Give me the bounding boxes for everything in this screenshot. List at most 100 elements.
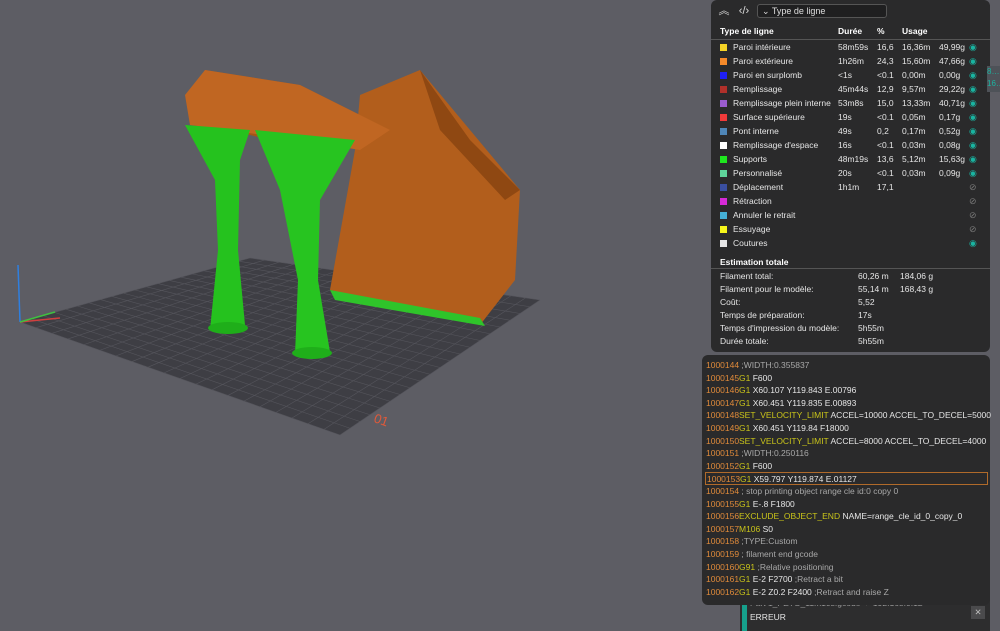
gcode-line[interactable]: 1000151 ;WIDTH:0.250116 bbox=[705, 447, 988, 460]
eye-icon[interactable]: ◉ bbox=[969, 166, 977, 180]
gcode-line[interactable]: 1000159 ; filament end gcode bbox=[705, 548, 988, 561]
legend-row[interactable]: Paroi intérieure 58m59s 16,6 16,36m 49,9… bbox=[711, 40, 990, 54]
eye-off-icon[interactable]: ⊘ bbox=[969, 222, 977, 236]
row-weight: 49,99g bbox=[939, 42, 965, 52]
gcode-line[interactable]: 1000162G1 E-2 Z0.2 F2400 ;Retract and ra… bbox=[705, 586, 988, 599]
eye-icon[interactable]: ◉ bbox=[969, 152, 977, 166]
gcode-line[interactable]: 1000152G1 F600 bbox=[705, 460, 988, 473]
color-swatch bbox=[720, 43, 727, 51]
row-percent: <0.1 bbox=[877, 168, 894, 178]
row-label: Paroi en surplomb bbox=[733, 70, 802, 80]
gcode-line[interactable]: 1000161G1 E-2 F2700 ;Retract a bit bbox=[705, 573, 988, 586]
row-length: 0,03m bbox=[902, 140, 926, 150]
row-label: Rétraction bbox=[733, 196, 772, 206]
legend-row[interactable]: Remplissage 45m44s 12,9 9,57m 29,22g ◉ bbox=[711, 82, 990, 96]
gcode-line[interactable]: 1000150SET_VELOCITY_LIMIT ACCEL=8000 ACC… bbox=[705, 435, 988, 448]
close-icon[interactable]: ✕ bbox=[971, 606, 985, 619]
gcode-line[interactable]: 1000148SET_VELOCITY_LIMIT ACCEL=10000 AC… bbox=[705, 409, 991, 422]
row-duration: 20s bbox=[838, 168, 852, 178]
row-length: 9,57m bbox=[902, 84, 926, 94]
eye-off-icon[interactable]: ⊘ bbox=[969, 208, 977, 222]
row-label: Essuyage bbox=[733, 224, 771, 234]
model-side-panel bbox=[330, 70, 520, 325]
gcode-line[interactable]: 1000146G1 X60.107 Y119.843 E.00796 bbox=[705, 384, 988, 397]
color-swatch bbox=[720, 155, 727, 163]
row-weight: 40,71g bbox=[939, 98, 965, 108]
row-duration: 1h1m bbox=[838, 182, 860, 192]
legend-row[interactable]: Annuler le retrait ⊘ bbox=[711, 208, 990, 222]
header-duration: Durée bbox=[838, 26, 863, 36]
gcode-line[interactable]: 1000155G1 E-.8 F1800 bbox=[705, 498, 988, 511]
row-label: Paroi extérieure bbox=[733, 56, 794, 66]
gcode-line[interactable]: 1000149G1 X60.451 Y119.84 F18000 bbox=[705, 422, 988, 435]
row-label: Remplissage plein interne bbox=[733, 98, 831, 108]
row-label: Paroi intérieure bbox=[733, 42, 791, 52]
row-label: Surface supérieure bbox=[733, 112, 805, 122]
legend-row[interactable]: Surface supérieure 19s <0.1 0,05m 0,17g … bbox=[711, 110, 990, 124]
axis-z bbox=[17, 264, 21, 323]
code-icon[interactable]: ‹/› bbox=[737, 4, 751, 18]
legend-row[interactable]: Coutures ◉ bbox=[711, 236, 990, 250]
color-swatch bbox=[720, 57, 727, 65]
eye-icon[interactable]: ◉ bbox=[969, 68, 977, 82]
eye-icon[interactable]: ◉ bbox=[969, 110, 977, 124]
row-duration: <1s bbox=[838, 70, 852, 80]
row-percent: <0.1 bbox=[877, 112, 894, 122]
eye-icon[interactable]: ◉ bbox=[969, 96, 977, 110]
total-row: Filament total: 60,26 m 184,06 g bbox=[720, 271, 934, 281]
color-swatch bbox=[720, 183, 727, 191]
row-percent: 12,9 bbox=[877, 84, 894, 94]
eye-icon[interactable]: ◉ bbox=[969, 124, 977, 138]
row-length: 0,00m bbox=[902, 70, 926, 80]
row-label: Personnalisé bbox=[733, 168, 783, 178]
gcode-line[interactable]: 1000153G1 X59.797 Y119.874 E.01127 bbox=[705, 472, 988, 485]
gcode-line[interactable]: 1000145G1 F600 bbox=[705, 372, 988, 385]
gcode-line[interactable]: 1000160G91 ;Relative positioning bbox=[705, 561, 988, 574]
legend-row[interactable]: Personnalisé 20s <0.1 0,03m 0,09g ◉ bbox=[711, 166, 990, 180]
row-duration: 58m59s bbox=[838, 42, 869, 52]
eye-icon[interactable]: ◉ bbox=[969, 54, 977, 68]
row-duration: 53m8s bbox=[838, 98, 864, 108]
gcode-line[interactable]: 1000144 ;WIDTH:0.355837 bbox=[705, 359, 988, 372]
row-duration: 19s bbox=[838, 112, 852, 122]
row-percent: 15,0 bbox=[877, 98, 894, 108]
side-tab[interactable]: 8…16… bbox=[987, 66, 1000, 92]
row-percent: 13,6 bbox=[877, 154, 894, 164]
legend-row[interactable]: Supports 48m19s 13,6 5,12m 15,63g ◉ bbox=[711, 152, 990, 166]
eye-icon[interactable]: ◉ bbox=[969, 82, 977, 96]
legend-row[interactable]: Paroi en surplomb <1s <0.1 0,00m 0,00g ◉ bbox=[711, 68, 990, 82]
header-type: Type de ligne bbox=[720, 26, 774, 36]
gcode-line[interactable]: 1000156EXCLUDE_OBJECT_END NAME=range_cle… bbox=[705, 510, 988, 523]
legend-row[interactable]: Remplissage d'espace 16s <0.1 0,03m 0,08… bbox=[711, 138, 990, 152]
3d-viewport[interactable]: 01 bbox=[0, 0, 700, 631]
row-weight: 0,52g bbox=[939, 126, 961, 136]
legend-row[interactable]: Essuyage ⊘ bbox=[711, 222, 990, 236]
view-type-select[interactable]: ⌄ Type de ligne bbox=[757, 4, 887, 18]
row-length: 5,12m bbox=[902, 154, 926, 164]
legend-row[interactable]: Pont interne 49s 0,2 0,17m 0,52g ◉ bbox=[711, 124, 990, 138]
gcode-line[interactable]: 1000157M106 S0 bbox=[705, 523, 988, 536]
row-length: 0,05m bbox=[902, 112, 926, 122]
gcode-panel[interactable]: 1000144 ;WIDTH:0.355837 1000145G1 F600 1… bbox=[702, 355, 991, 605]
eye-icon[interactable]: ◉ bbox=[969, 138, 977, 152]
row-label: Remplissage bbox=[733, 84, 783, 94]
eye-icon[interactable]: ◉ bbox=[969, 236, 977, 250]
gcode-line[interactable]: 1000147G1 X60.451 Y119.835 E.00893 bbox=[705, 397, 988, 410]
gcode-line[interactable]: 1000154 ; stop printing object range cle… bbox=[705, 485, 988, 498]
eye-off-icon[interactable]: ⊘ bbox=[969, 180, 977, 194]
legend-row[interactable]: Déplacement 1h1m 17,1 ⊘ bbox=[711, 180, 990, 194]
eye-icon[interactable]: ◉ bbox=[969, 40, 977, 54]
total-row: Durée totale: 5h55m bbox=[720, 336, 884, 346]
color-swatch bbox=[720, 99, 727, 107]
support-foot-left bbox=[208, 322, 248, 334]
legend-row[interactable]: Remplissage plein interne 53m8s 15,0 13,… bbox=[711, 96, 990, 110]
row-duration: 1h26m bbox=[838, 56, 864, 66]
color-swatch bbox=[720, 239, 727, 247]
eye-off-icon[interactable]: ⊘ bbox=[969, 194, 977, 208]
legend-row[interactable]: Paroi extérieure 1h26m 24,3 15,60m 47,66… bbox=[711, 54, 990, 68]
collapse-icon[interactable]: ︽ bbox=[717, 4, 731, 18]
color-swatch bbox=[720, 141, 727, 149]
row-percent: 17,1 bbox=[877, 182, 894, 192]
gcode-line[interactable]: 1000158 ;TYPE:Custom bbox=[705, 535, 988, 548]
legend-row[interactable]: Rétraction ⊘ bbox=[711, 194, 990, 208]
